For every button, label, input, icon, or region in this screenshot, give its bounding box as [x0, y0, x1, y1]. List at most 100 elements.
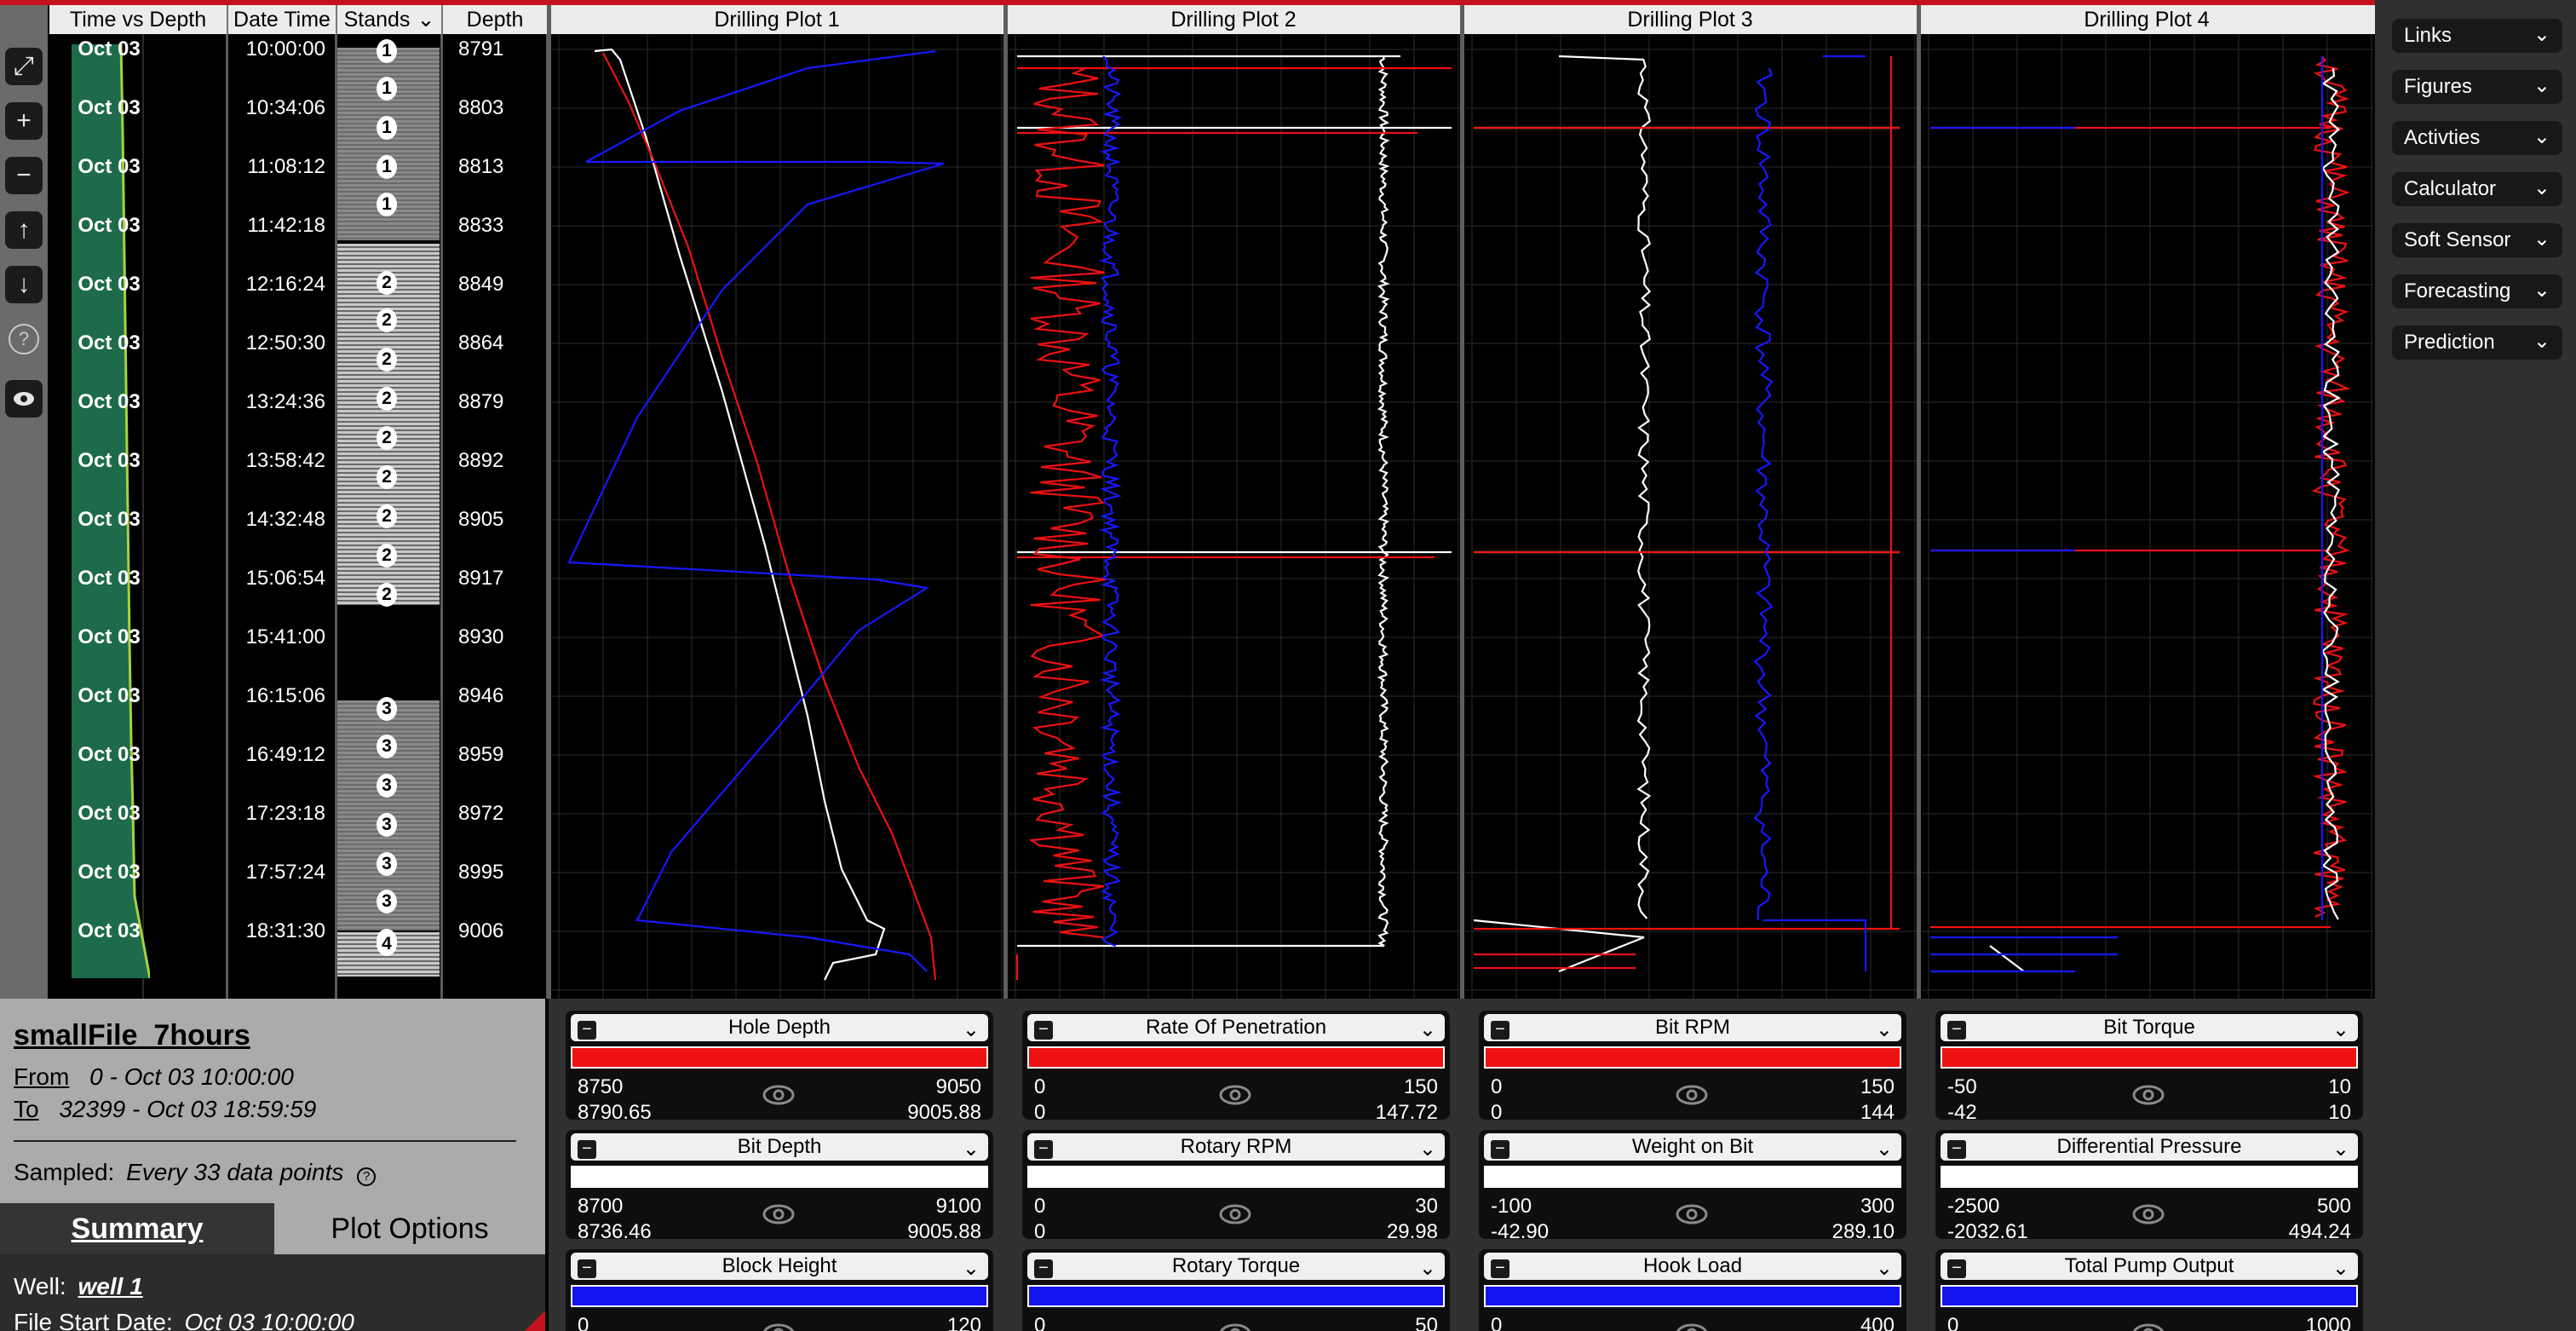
- collapse-icon[interactable]: −: [1034, 1140, 1053, 1159]
- menu-figures[interactable]: Figures ⌄: [2392, 70, 2562, 104]
- series-color-swatch[interactable]: [1941, 1046, 2358, 1069]
- collapse-icon[interactable]: −: [1947, 1140, 1966, 1159]
- series-color-swatch[interactable]: [1027, 1285, 1445, 1307]
- tab-summary[interactable]: Summary: [0, 1203, 274, 1254]
- plot-trace: [1753, 55, 1867, 971]
- series-header[interactable]: − Bit RPM ⌄: [1484, 1014, 1901, 1041]
- chevron-down-icon[interactable]: ⌄: [1876, 1256, 1893, 1281]
- tab-plot-options[interactable]: Plot Options: [274, 1203, 545, 1254]
- series-header[interactable]: − Weight on Bit ⌄: [1484, 1133, 1901, 1161]
- arrow-down-icon[interactable]: ↓: [5, 266, 43, 303]
- series-header[interactable]: − Rotary RPM ⌄: [1027, 1133, 1445, 1161]
- drilling-plot-4[interactable]: [1922, 34, 2373, 999]
- eye-icon[interactable]: [2131, 1200, 2165, 1229]
- arrow-up-icon[interactable]: ↑: [5, 211, 43, 249]
- series-header[interactable]: − Rate Of Penetration ⌄: [1027, 1014, 1445, 1041]
- from-label[interactable]: From: [14, 1063, 69, 1090]
- collapse-icon[interactable]: −: [1491, 1259, 1509, 1278]
- series-header[interactable]: − Bit Torque ⌄: [1941, 1014, 2358, 1041]
- collapse-icon[interactable]: −: [1491, 1021, 1509, 1040]
- series-color-swatch[interactable]: [571, 1166, 988, 1188]
- menu-soft-sensor[interactable]: Soft Sensor ⌄: [2392, 223, 2562, 257]
- menu-forecasting[interactable]: Forecasting ⌄: [2392, 274, 2562, 308]
- collapse-icon[interactable]: −: [1034, 1259, 1053, 1278]
- zoom-in-icon[interactable]: +: [5, 102, 43, 140]
- series-color-swatch[interactable]: [1484, 1285, 1901, 1307]
- collapse-icon[interactable]: −: [1491, 1140, 1509, 1159]
- collapse-icon[interactable]: −: [578, 1140, 596, 1159]
- series-header[interactable]: − Block Height ⌄: [571, 1253, 988, 1280]
- collapse-icon[interactable]: −: [578, 1259, 596, 1278]
- expand-icon[interactable]: ⤢: [5, 48, 43, 85]
- eye-icon[interactable]: [762, 1080, 796, 1109]
- series-color-swatch[interactable]: [1027, 1166, 1445, 1188]
- chevron-down-icon[interactable]: ⌄: [2332, 1256, 2349, 1281]
- to-label[interactable]: To: [14, 1096, 39, 1122]
- zoom-out-icon[interactable]: −: [5, 157, 43, 194]
- eye-icon[interactable]: [1218, 1319, 1252, 1331]
- chevron-down-icon[interactable]: ⌄: [2332, 1137, 2349, 1161]
- eye-icon[interactable]: [1675, 1319, 1709, 1331]
- current-min: -42.90: [1491, 1220, 1550, 1243]
- eye-icon[interactable]: [762, 1200, 796, 1229]
- depth-label: 8791: [458, 37, 504, 60]
- chevron-down-icon[interactable]: ⌄: [1419, 1137, 1436, 1161]
- chevron-down-icon[interactable]: ⌄: [1419, 1256, 1436, 1281]
- series-header[interactable]: − Hole Depth ⌄: [571, 1014, 988, 1041]
- series-card: − Weight on Bit ⌄ -100 300 -42.90 289.10: [1479, 1130, 1906, 1243]
- help-icon[interactable]: ?: [9, 324, 39, 354]
- chevron-down-icon[interactable]: ⌄: [2332, 1017, 2349, 1042]
- date-label: Oct 03: [78, 449, 141, 472]
- chevron-down-icon[interactable]: ⌄: [963, 1256, 980, 1281]
- series-color-swatch[interactable]: [1941, 1166, 2358, 1188]
- chevron-down-icon[interactable]: ⌄: [963, 1017, 980, 1042]
- series-color-swatch[interactable]: [1484, 1166, 1901, 1188]
- series-name: Block Height: [722, 1254, 837, 1277]
- time-label: 15:41:00: [245, 625, 325, 648]
- resize-handle-icon[interactable]: [525, 1311, 545, 1331]
- series-color-swatch[interactable]: [1941, 1285, 2358, 1307]
- series-color-swatch[interactable]: [571, 1046, 988, 1069]
- chevron-down-icon[interactable]: ⌄: [1419, 1017, 1436, 1042]
- collapse-icon[interactable]: −: [1947, 1259, 1966, 1278]
- series-header[interactable]: − Hook Load ⌄: [1484, 1253, 1901, 1280]
- chevron-down-icon[interactable]: ⌄: [963, 1137, 980, 1161]
- eye-icon[interactable]: [1218, 1080, 1252, 1109]
- well-value[interactable]: well 1: [78, 1273, 143, 1299]
- menu-calculator[interactable]: Calculator ⌄: [2392, 172, 2562, 206]
- depth-label: 8813: [458, 155, 504, 178]
- stand-number-badge: 3: [377, 890, 397, 913]
- series-color-swatch[interactable]: [1484, 1046, 1901, 1069]
- collapse-icon[interactable]: −: [1034, 1021, 1053, 1040]
- drilling-plot-3[interactable]: [1465, 34, 1917, 999]
- depth-label: 8905: [458, 508, 504, 531]
- menu-prediction[interactable]: Prediction ⌄: [2392, 326, 2562, 360]
- eye-icon[interactable]: [2131, 1080, 2165, 1109]
- series-color-swatch[interactable]: [571, 1285, 988, 1307]
- series-header[interactable]: − Bit Depth ⌄: [571, 1133, 988, 1161]
- stand-number-badge: 2: [377, 583, 397, 607]
- series-color-swatch[interactable]: [1027, 1046, 1445, 1069]
- eye-icon[interactable]: [762, 1319, 796, 1331]
- header-stands[interactable]: Stands ⌄: [337, 5, 443, 34]
- collapse-icon[interactable]: −: [578, 1021, 596, 1040]
- eye-icon[interactable]: [1675, 1200, 1709, 1229]
- chevron-down-icon[interactable]: ⌄: [1876, 1017, 1893, 1042]
- menu-activties[interactable]: Activties ⌄: [2392, 121, 2562, 155]
- date-label: Oct 03: [78, 96, 141, 119]
- eye-icon[interactable]: [1218, 1200, 1252, 1229]
- eye-icon[interactable]: [2131, 1319, 2165, 1331]
- collapse-icon[interactable]: −: [1947, 1021, 1966, 1040]
- eye-icon[interactable]: [1675, 1080, 1709, 1109]
- help-icon[interactable]: ?: [357, 1167, 377, 1186]
- chevron-down-icon[interactable]: ⌄: [1876, 1137, 1893, 1161]
- menu-links[interactable]: Links ⌄: [2392, 19, 2562, 53]
- drilling-plot-1[interactable]: [552, 34, 1003, 999]
- series-header[interactable]: − Rotary Torque ⌄: [1027, 1253, 1445, 1280]
- eye-icon[interactable]: [5, 380, 43, 418]
- plot-divider: [1917, 5, 1921, 999]
- date-label: Oct 03: [78, 567, 141, 590]
- series-header[interactable]: − Differential Pressure ⌄: [1941, 1133, 2358, 1161]
- series-header[interactable]: − Total Pump Output ⌄: [1941, 1253, 2358, 1280]
- drilling-plot-2[interactable]: [1009, 34, 1460, 999]
